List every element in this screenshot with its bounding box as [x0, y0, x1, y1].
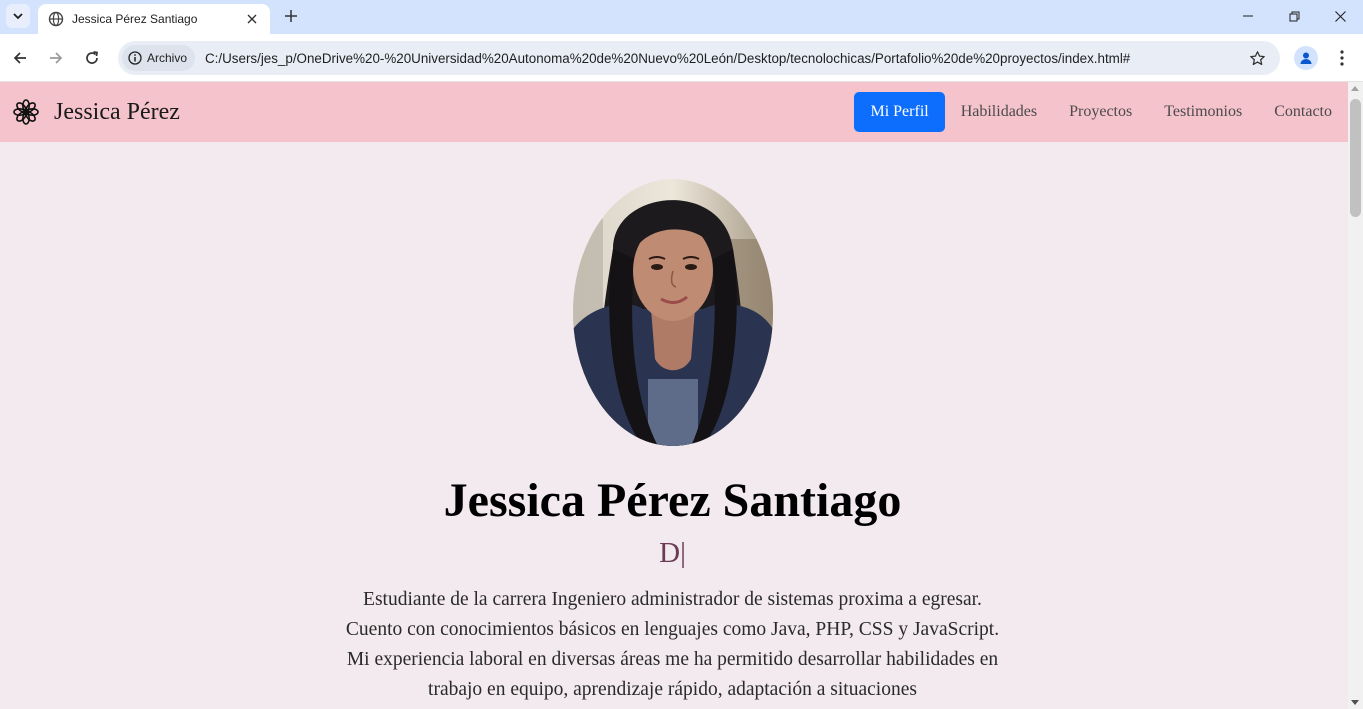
profile-bio: Estudiante de la carrera Ingeniero admin…: [345, 589, 1000, 700]
brand-name: Jessica Pérez: [54, 98, 180, 125]
address-bar[interactable]: Archivo C:/Users/jes_p/OneDrive%20-%20Un…: [118, 41, 1280, 75]
nav-link-contacto[interactable]: Contacto: [1258, 92, 1348, 132]
scroll-up-arrow-icon[interactable]: [1351, 86, 1359, 91]
typed-text: D|: [659, 537, 686, 569]
info-icon: [128, 51, 142, 65]
browser-toolbar: Archivo C:/Users/jes_p/OneDrive%20-%20Un…: [0, 34, 1363, 82]
flower-icon: [13, 99, 39, 125]
page-viewport: Jessica Pérez Mi Perfil Habilidades Proy…: [0, 82, 1348, 709]
brand[interactable]: Jessica Pérez: [13, 99, 180, 126]
nav-links: Mi Perfil Habilidades Proyectos Testimon…: [854, 92, 1348, 132]
star-icon[interactable]: [1242, 43, 1272, 73]
site-info-chip[interactable]: Archivo: [122, 45, 196, 71]
tab-title: Jessica Pérez Santiago: [72, 12, 198, 26]
globe-icon: [48, 11, 64, 27]
reload-icon[interactable]: [78, 44, 106, 72]
nav-link-proyectos[interactable]: Proyectos: [1053, 92, 1148, 132]
site-chip-label: Archivo: [147, 51, 188, 65]
profile-name: Jessica Pérez Santiago: [443, 474, 902, 527]
profile-icon[interactable]: [1294, 46, 1318, 70]
scrollbar-thumb[interactable]: [1350, 99, 1361, 217]
close-icon[interactable]: [244, 11, 260, 27]
window-close-icon[interactable]: [1317, 0, 1363, 32]
nav-link-testimonios[interactable]: Testimonios: [1148, 92, 1258, 132]
browser-tab[interactable]: Jessica Pérez Santiago: [38, 4, 270, 34]
tab-strip: Jessica Pérez Santiago: [0, 0, 1363, 34]
forward-arrow-icon[interactable]: [42, 44, 70, 72]
restore-icon[interactable]: [1271, 0, 1317, 32]
tab-search-button[interactable]: [6, 4, 30, 28]
minimize-icon[interactable]: [1225, 0, 1271, 32]
plus-icon[interactable]: [280, 5, 302, 27]
profile-photo: [573, 179, 773, 446]
scroll-down-arrow-icon[interactable]: [1351, 700, 1359, 705]
url-text[interactable]: C:/Users/jes_p/OneDrive%20-%20Universida…: [205, 51, 1242, 66]
tab-search-icon: [13, 13, 23, 20]
nav-link-mi-perfil[interactable]: Mi Perfil: [854, 92, 945, 132]
page-scrollbar[interactable]: [1348, 82, 1363, 709]
back-arrow-icon[interactable]: [6, 44, 34, 72]
site-navbar: Jessica Pérez Mi Perfil Habilidades Proy…: [0, 82, 1348, 142]
kebab-menu-icon[interactable]: [1330, 46, 1354, 70]
nav-link-habilidades[interactable]: Habilidades: [945, 92, 1053, 132]
